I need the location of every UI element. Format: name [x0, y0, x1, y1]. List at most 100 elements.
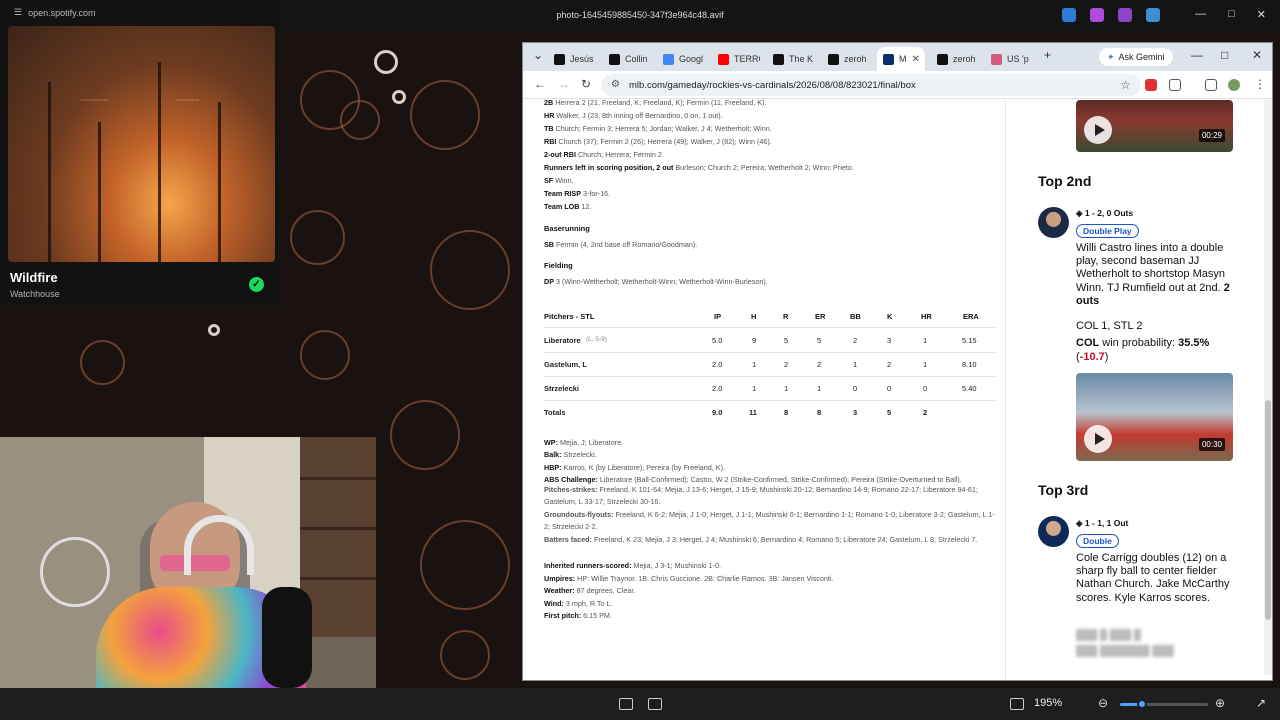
forward-icon[interactable]: →: [558, 77, 570, 91]
pitcher-name[interactable]: Gastelum, L: [544, 360, 587, 369]
column-header: IP: [714, 312, 722, 321]
tab-3[interactable]: Googl: [663, 47, 705, 71]
browser-toolbar: ← → ↻ ⚙ mlb.com/gameday/rockies-vs-cardi…: [523, 71, 1272, 99]
blurred-content: ███ ███████ ███: [1076, 646, 1174, 657]
note-label: Umpires:: [544, 574, 576, 583]
close-icon[interactable]: ✕: [1257, 8, 1266, 21]
tab-label: US 'p: [1007, 54, 1029, 64]
avatar[interactable]: [1228, 79, 1240, 91]
maximize-icon[interactable]: □: [1221, 48, 1228, 62]
bokeh-circle: [300, 330, 350, 380]
zoom-slider-knob[interactable]: [1137, 699, 1147, 709]
bokeh-circle: [340, 100, 380, 140]
pitcher-name[interactable]: Liberatore: [544, 336, 581, 345]
play-button[interactable]: [1084, 425, 1112, 453]
minimize-icon[interactable]: —: [1195, 8, 1206, 21]
maximize-icon[interactable]: □: [1228, 8, 1235, 21]
note-groundouts-flyouts: Groundouts-flyouts: Freeland, K 6-2; Mej…: [544, 509, 996, 533]
puzzle-icon[interactable]: [1169, 79, 1181, 91]
note-label: Weather:: [544, 586, 575, 595]
note-label: Balk:: [544, 450, 562, 459]
note-text: Herrera 2 (21, Freeland, K; Freeland, K)…: [555, 98, 767, 107]
menu-icon[interactable]: ⋮: [1254, 77, 1266, 91]
zoom-in-icon[interactable]: ⊕: [1215, 696, 1225, 710]
stat-hr: 2: [923, 408, 928, 417]
minimize-icon[interactable]: —: [1191, 48, 1203, 62]
media-icon[interactable]: [1205, 79, 1217, 91]
extension-icon[interactable]: [1145, 79, 1157, 91]
tab-7-active[interactable]: M ✕: [877, 47, 925, 71]
gallery-icon[interactable]: [1118, 8, 1132, 22]
address-bar[interactable]: ⚙ mlb.com/gameday/rockies-vs-cardinals/2…: [601, 74, 1141, 96]
stat-r: 2: [784, 360, 789, 369]
column-header: BB: [850, 312, 861, 321]
track-title[interactable]: Wildfire: [10, 270, 58, 285]
zoom-slider[interactable]: [1120, 699, 1208, 709]
reload-icon[interactable]: ↻: [581, 77, 591, 91]
play-button[interactable]: [1084, 116, 1112, 144]
viewer-bottom-bar: 195% ⊖ ⊕ ↗: [0, 688, 1280, 720]
bokeh-circle: [290, 210, 345, 265]
stat-r: 8: [784, 408, 789, 417]
note-label: HR: [544, 111, 555, 120]
bokeh-circle: [390, 400, 460, 470]
tab-2[interactable]: Collin: [609, 47, 651, 71]
page-scrollbar[interactable]: [1264, 100, 1272, 675]
tab-label: Googl: [679, 54, 704, 64]
pitcher-name[interactable]: Strzelecki: [544, 384, 579, 393]
inning-heading: Top 2nd: [1038, 173, 1092, 189]
play-type-badge: Double Play: [1076, 224, 1139, 238]
note-text: 87 degrees, Clear.: [576, 586, 636, 595]
tab-9[interactable]: US 'p: [991, 47, 1033, 71]
close-window-icon[interactable]: ✕: [1252, 48, 1262, 62]
tab-8[interactable]: zeroh: [937, 47, 979, 71]
cloud-icon[interactable]: [1146, 8, 1160, 22]
avatar: [1038, 516, 1069, 547]
bokeh-circle: [374, 50, 398, 74]
bokeh-circle: [208, 324, 220, 336]
tab-6[interactable]: zeroh: [828, 47, 870, 71]
bookmark-star-icon[interactable]: ☆: [1120, 78, 1131, 92]
zoom-out-icon[interactable]: ⊖: [1098, 696, 1108, 710]
scrollbar-thumb[interactable]: [1265, 400, 1271, 620]
track-artist[interactable]: Watchhouse: [10, 289, 60, 299]
video-thumbnail[interactable]: 00:29: [1076, 100, 1233, 152]
note-label: ABS Challenge:: [544, 475, 598, 484]
tab-1[interactable]: Jesús: [554, 47, 596, 71]
stat-hr: 1: [923, 336, 928, 345]
copilot-icon[interactable]: [1090, 8, 1104, 22]
edit-icon[interactable]: [1062, 8, 1076, 22]
stat-h: 1: [752, 384, 757, 393]
fit-screen-icon[interactable]: [1010, 698, 1024, 710]
note-label: SF: [544, 176, 554, 185]
video-thumbnail[interactable]: 00:30: [1076, 373, 1233, 461]
x-icon: [828, 53, 839, 65]
check-icon[interactable]: ✓: [249, 277, 264, 292]
crop-icon[interactable]: [619, 698, 633, 710]
tab-search-icon[interactable]: ⌄: [533, 48, 543, 62]
new-tab-icon[interactable]: +: [1044, 48, 1051, 62]
tree-silhouette: [218, 102, 221, 262]
tab-5[interactable]: The K: [773, 47, 815, 71]
album-art-lettering: ~~~~~: [176, 96, 200, 105]
column-header: K: [887, 312, 893, 321]
ocr-icon[interactable]: [648, 698, 662, 710]
tab-4[interactable]: TERRC: [718, 47, 760, 71]
stat-k: 5: [887, 408, 892, 417]
stat-era: 5.40: [962, 384, 977, 393]
site-info-icon[interactable]: ⚙: [611, 79, 620, 90]
batting-note-2b: 2B Herrera 2 (21, Freeland, K; Freeland,…: [544, 98, 766, 107]
zoom-level[interactable]: 195%: [1034, 697, 1062, 709]
note-text: Freeland, K 23; Mejia, J 3; Herget, J 4;…: [593, 535, 978, 544]
fullscreen-icon[interactable]: ↗: [1256, 696, 1266, 710]
batting-note-rbi: RBI Church (37); Fermin 2 (26); Herrera …: [544, 137, 772, 146]
note-umpires: Umpires: HP: Willie Traynor. 1B: Chris G…: [544, 574, 833, 583]
close-tab-icon[interactable]: ✕: [912, 54, 920, 65]
ask-gemini-button[interactable]: ✦ Ask Gemini: [1099, 48, 1173, 66]
bokeh-circle: [80, 340, 125, 385]
table-divider: [544, 400, 996, 401]
back-icon[interactable]: ←: [534, 77, 546, 91]
stat-k: 3: [887, 336, 892, 345]
stat-er: 8: [817, 408, 822, 417]
baseball-icon: ◈: [1076, 208, 1083, 218]
